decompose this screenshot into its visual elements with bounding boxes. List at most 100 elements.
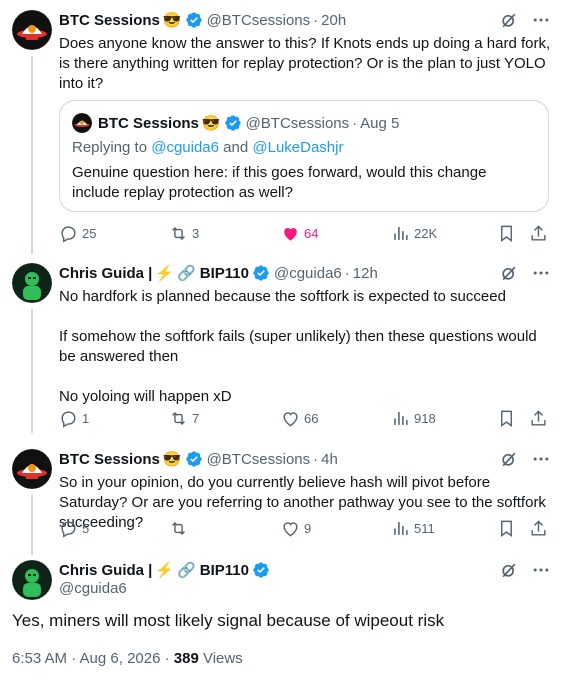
main-tweet-text: Yes, miners will most likely signal beca… (12, 611, 445, 630)
repost-button[interactable] (169, 519, 192, 538)
reply-button[interactable]: 1 (59, 409, 89, 428)
views-count: 22K (414, 226, 438, 241)
separator: · (344, 264, 350, 282)
views-button[interactable]: 22K (391, 224, 437, 243)
grok-icon[interactable] (499, 560, 519, 580)
verified-icon (224, 115, 241, 131)
avatar[interactable] (12, 263, 52, 303)
handle[interactable]: @cguida6 (274, 265, 342, 282)
replying-and: and (223, 139, 249, 156)
separator: · (352, 114, 358, 132)
thread-line (31, 495, 33, 555)
tweet-paragraph: No yoloing will happen xD (59, 388, 232, 405)
repost-icon (172, 521, 185, 536)
views-button[interactable]: 511 (391, 519, 435, 538)
thread-line (31, 309, 33, 433)
reply-icon (61, 521, 76, 538)
more-icon[interactable] (531, 263, 551, 283)
grok-icon[interactable] (499, 10, 519, 30)
like-button[interactable]: 66 (281, 409, 318, 428)
tweet-btcsessions-1[interactable]: BTC Sessions 😎 @BTCsessions · 20h Does a… (0, 10, 563, 254)
bookmark-icon (501, 520, 512, 538)
avatar[interactable] (12, 560, 52, 600)
tweet-text: No hardfork is planned because the softf… (59, 287, 551, 407)
sunglasses-emoji: 😎 (201, 115, 221, 132)
handle[interactable]: @BTCsessions (207, 12, 311, 29)
heart-icon (284, 227, 297, 241)
display-name[interactable]: BTC Sessions (59, 451, 160, 468)
mention-cguida6[interactable]: @cguida6 (151, 139, 219, 156)
share-icon (531, 410, 546, 426)
tweet-header: BTC Sessions 😎 @BTCsessions · 20h (59, 10, 346, 30)
reply-count: 1 (82, 411, 90, 426)
separator: · (313, 11, 319, 29)
quoted-tweet[interactable]: BTC Sessions 😎 @BTCsessions · Aug 5 Repl… (59, 100, 549, 212)
views-count: 918 (414, 411, 436, 426)
timestamp[interactable]: 20h (321, 12, 346, 29)
mention-lukedashjr[interactable]: @LukeDashjr (252, 139, 343, 156)
tweet-header: Chris Guida | ⚡ 🔗 BIP110 @cguida6 · 12h (59, 263, 378, 283)
share-button[interactable] (529, 224, 548, 243)
handle[interactable]: @cguida6 (59, 580, 127, 597)
repost-icon (172, 226, 185, 241)
tweet-paragraph: No hardfork is planned because the softf… (59, 288, 506, 305)
avatar[interactable] (12, 449, 52, 489)
views-icon (394, 227, 408, 240)
tweet-meta: 6:53 AM · Aug 6, 2026 · 389 Views (12, 650, 243, 667)
sunglasses-emoji: 😎 (162, 451, 182, 468)
like-button[interactable]: 9 (281, 519, 311, 538)
top-icons (499, 449, 551, 469)
separator: · (313, 450, 319, 468)
bookmark-button[interactable] (497, 224, 516, 243)
repost-count: 3 (192, 226, 200, 241)
avatar[interactable] (12, 10, 52, 50)
reply-button[interactable]: 25 (59, 224, 96, 243)
views-button[interactable]: 918 (391, 409, 436, 428)
heart-icon (283, 412, 298, 427)
quote-text: Genuine question here: if this goes forw… (72, 164, 487, 201)
lightning-emoji: ⚡ (155, 265, 175, 282)
views-icon (394, 522, 408, 535)
action-bar: 5 9 511 (59, 519, 551, 539)
bookmark-icon (501, 410, 512, 428)
timestamp[interactable]: 12h (353, 265, 378, 282)
more-icon[interactable] (531, 449, 551, 469)
share-button[interactable] (529, 409, 548, 428)
reply-icon (61, 411, 76, 428)
timestamp[interactable]: 4h (321, 451, 338, 468)
tweet-header: BTC Sessions 😎 @BTCsessions · 4h (59, 449, 338, 469)
main-timestamp[interactable]: 6:53 AM · Aug 6, 2026 · (12, 650, 174, 667)
sunglasses-emoji: 😎 (162, 12, 182, 29)
thread: BTC Sessions 😎 @BTCsessions · 20h Does a… (0, 0, 563, 680)
tweet-btcsessions-2[interactable]: BTC Sessions 😎 @BTCsessions · 4h So in y… (0, 449, 563, 555)
reply-count: 5 (82, 521, 90, 536)
replying-to: Replying to @cguida6 and @LukeDashjr (72, 139, 343, 156)
repost-button[interactable]: 7 (169, 409, 199, 428)
display-name[interactable]: Chris Guida | (59, 265, 152, 282)
display-name[interactable]: BTC Sessions (59, 12, 160, 29)
bookmark-button[interactable] (497, 519, 516, 538)
top-icons (499, 560, 551, 580)
top-icons (499, 263, 551, 283)
reply-button[interactable]: 5 (59, 519, 89, 538)
more-icon[interactable] (531, 10, 551, 30)
bookmark-button[interactable] (497, 409, 516, 428)
views-icon (394, 412, 408, 425)
handle[interactable]: @BTCsessions (207, 451, 311, 468)
quote-display-name: BTC Sessions (98, 114, 199, 132)
link-emoji: 🔗 (177, 265, 196, 282)
display-name[interactable]: Chris Guida | (59, 562, 152, 579)
replying-prefix: Replying to (72, 139, 148, 156)
like-button[interactable]: 64 (281, 224, 318, 243)
more-icon[interactable] (531, 560, 551, 580)
repost-button[interactable]: 3 (169, 224, 199, 243)
grok-icon[interactable] (499, 449, 519, 469)
bookmark-icon (501, 225, 512, 243)
grok-icon[interactable] (499, 263, 519, 283)
views-count: 511 (414, 521, 435, 536)
share-button[interactable] (529, 519, 548, 538)
tweet-cguida6-1[interactable]: Chris Guida | ⚡ 🔗 BIP110 @cguida6 · 12h … (0, 263, 563, 433)
action-bar: 25 3 64 22K (59, 224, 551, 244)
action-bar: 1 7 66 918 (59, 409, 551, 429)
tweet-text: Does anyone know the answer to this? If … (59, 35, 551, 92)
